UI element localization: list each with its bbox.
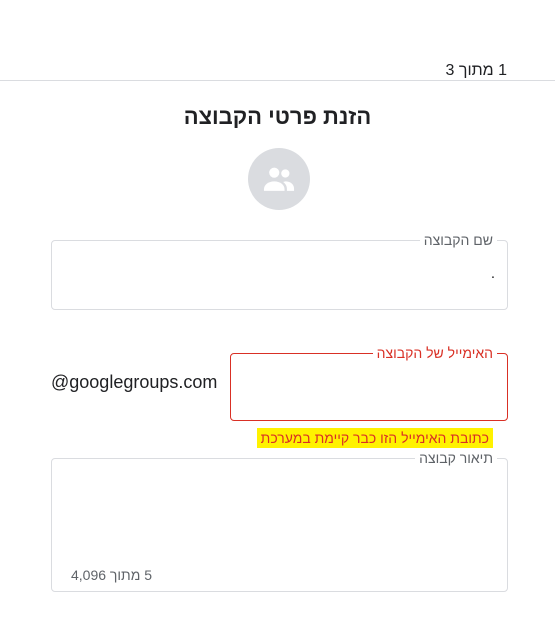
group-email-label: האימייל של הקבוצה bbox=[372, 345, 497, 361]
create-group-page: 1 מתוך 3 הזנת פרטי הקבוצה שם הקבוצה @goo… bbox=[0, 0, 555, 620]
group-description-label: תיאור קבוצה bbox=[415, 450, 497, 466]
group-description-field[interactable]: תיאור קבוצה 5 מתוך 4,096 bbox=[51, 450, 508, 592]
group-email-field[interactable]: האימייל של הקבוצה bbox=[230, 345, 508, 421]
group-email-input[interactable] bbox=[243, 374, 495, 398]
group-icon bbox=[263, 167, 295, 191]
email-error-message: כתובת האימייל הזו כבר קיימת במערכת bbox=[256, 428, 493, 448]
group-avatar bbox=[248, 148, 310, 210]
group-description-input[interactable] bbox=[64, 479, 495, 559]
group-name-label: שם הקבוצה bbox=[419, 232, 497, 248]
step-indicator: 1 מתוך 3 bbox=[445, 62, 507, 79]
page-title: הזנת פרטי הקבוצה bbox=[183, 104, 372, 129]
description-char-counter: 5 מתוך 4,096 bbox=[71, 567, 153, 583]
header-divider bbox=[0, 80, 555, 81]
group-name-input[interactable] bbox=[64, 261, 495, 285]
group-name-field[interactable]: שם הקבוצה bbox=[51, 232, 508, 310]
email-domain-suffix: @googlegroups.com bbox=[51, 372, 218, 392]
